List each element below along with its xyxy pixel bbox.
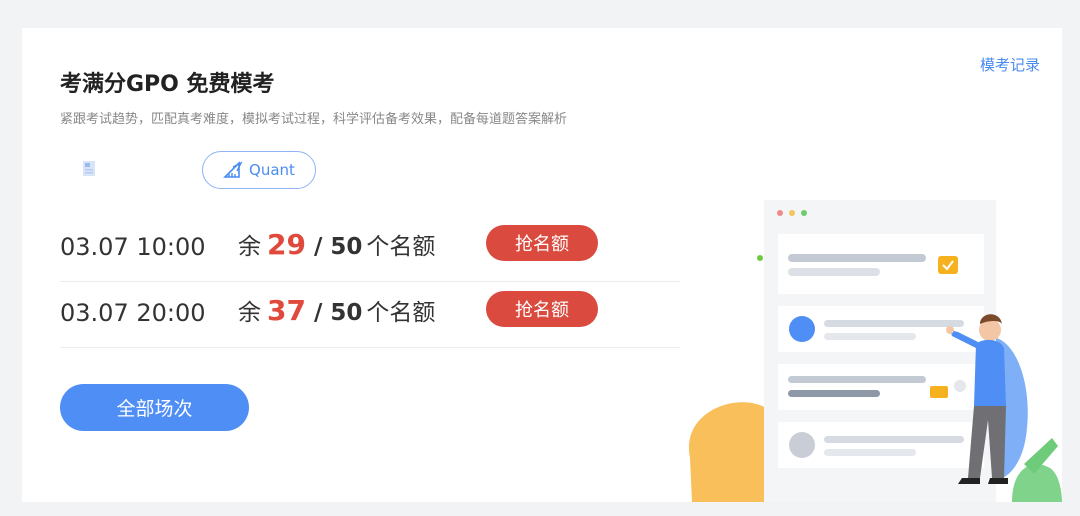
exam-illustration [688, 200, 1062, 502]
grab-quota-button[interactable]: 抢名额 [486, 225, 598, 261]
tab-quant-label: Quant [249, 161, 295, 179]
mock-record-link[interactable]: 模考记录 [980, 54, 1040, 75]
page-title: 考满分GPO 免费模考 [60, 72, 275, 97]
window-dot-green [801, 210, 807, 216]
quota-separator: / [313, 234, 323, 260]
all-sessions-button[interactable]: 全部场次 [60, 384, 249, 431]
tab-verbal[interactable] [78, 156, 100, 180]
session-row: 03.07 20:00 余 37 / 50 个名额 抢名额 [60, 285, 680, 348]
quota-remaining: 37 [267, 294, 306, 327]
window-dot-red [777, 210, 783, 216]
quota-total: 50 [330, 300, 363, 326]
ruler-triangle-icon [223, 161, 243, 178]
session-row: 03.07 10:00 余 29 / 50 个名额 抢名额 [60, 219, 680, 282]
quota-prefix: 余 [238, 300, 261, 326]
quota-prefix: 余 [238, 234, 261, 260]
checkbox-icon [938, 256, 958, 274]
quota-total: 50 [330, 234, 363, 260]
window-dot-yellow [789, 210, 795, 216]
session-time: 03.07 20:00 [60, 299, 206, 327]
document-icon [83, 161, 95, 176]
quota-separator: / [313, 300, 323, 326]
quota-suffix: 个名额 [366, 300, 436, 326]
session-time: 03.07 10:00 [60, 233, 206, 261]
session-quota: 余 37 / 50 个名额 [238, 293, 435, 327]
quota-remaining: 29 [267, 228, 306, 261]
session-quota: 余 29 / 50 个名额 [238, 227, 435, 261]
mock-exam-card: 考满分GPO 免费模考 紧跟考试趋势，匹配真考难度，模拟考试过程，科学评估备考效… [22, 28, 1062, 502]
grab-quota-button[interactable]: 抢名额 [486, 291, 598, 327]
tab-quant[interactable]: Quant [202, 151, 316, 189]
page-subtitle: 紧跟考试趋势，匹配真考难度，模拟考试过程，科学评估备考效果，配备每道题答案解析 [60, 112, 568, 127]
quota-suffix: 个名额 [366, 234, 436, 260]
